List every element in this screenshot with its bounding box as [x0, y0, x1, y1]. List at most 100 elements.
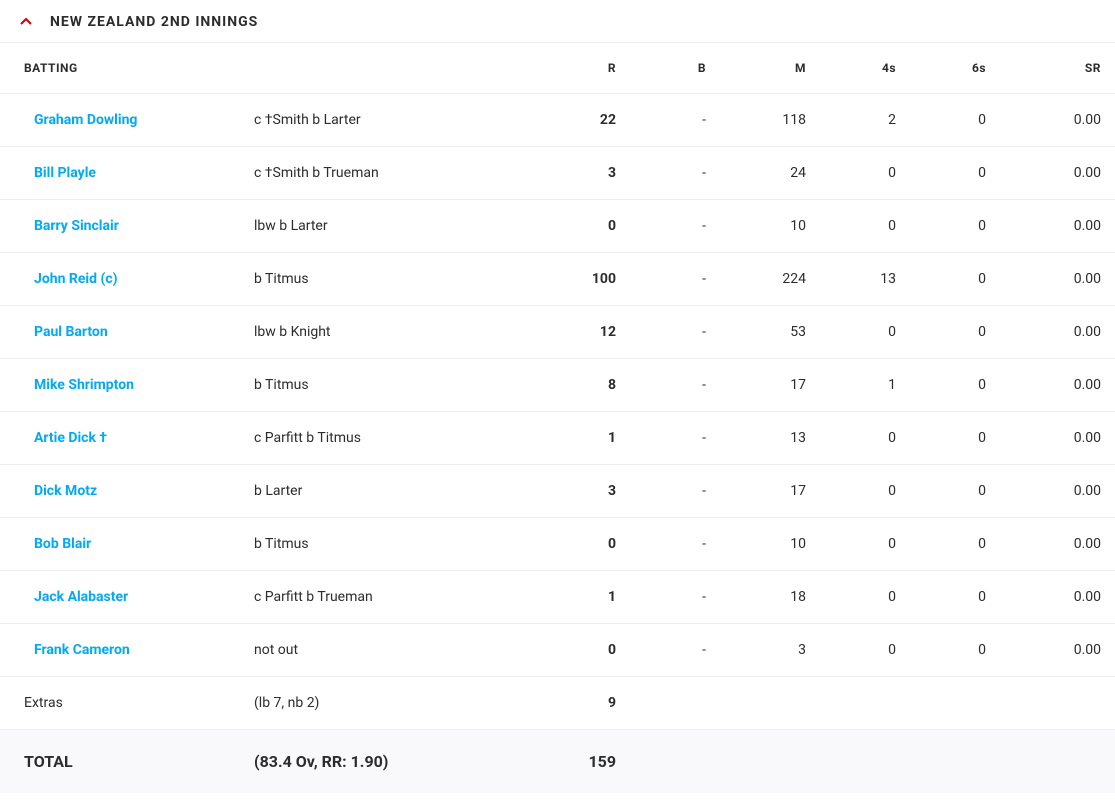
- table-row: Graham Dowlingc †Smith b Larter22-118200…: [0, 94, 1115, 147]
- dismissal-cell: b Larter: [240, 465, 540, 518]
- fours-cell: 0: [820, 200, 910, 253]
- table-row: Dick Motzb Larter3-17000.00: [0, 465, 1115, 518]
- dismissal-cell: c †Smith b Trueman: [240, 147, 540, 200]
- batter-name-cell: Graham Dowling: [0, 94, 240, 147]
- mins-cell: 10: [720, 518, 820, 571]
- dismissal-cell: lbw b Larter: [240, 200, 540, 253]
- fours-cell: 0: [820, 518, 910, 571]
- sixes-cell: 0: [910, 465, 1000, 518]
- batter-name-cell: Barry Sinclair: [0, 200, 240, 253]
- sr-cell: 0.00: [1000, 253, 1115, 306]
- extras-runs: 9: [540, 677, 630, 730]
- balls-cell: -: [630, 306, 720, 359]
- table-row: John Reid (c) b Titmus100-2241300.00: [0, 253, 1115, 306]
- mins-cell: 24: [720, 147, 820, 200]
- fours-cell: 0: [820, 571, 910, 624]
- batter-link[interactable]: Frank Cameron: [34, 642, 130, 658]
- fours-cell: 1: [820, 359, 910, 412]
- sixes-cell: 0: [910, 253, 1000, 306]
- sixes-cell: 0: [910, 200, 1000, 253]
- table-row: Bob Blairb Titmus0-10000.00: [0, 518, 1115, 571]
- mins-cell: 10: [720, 200, 820, 253]
- table-row: Barry Sinclairlbw b Larter0-10000.00: [0, 200, 1115, 253]
- dismissal-cell: not out: [240, 624, 540, 677]
- balls-cell: -: [630, 518, 720, 571]
- fours-cell: 2: [820, 94, 910, 147]
- runs-cell: 22: [540, 94, 630, 147]
- balls-cell: -: [630, 147, 720, 200]
- sr-cell: 0.00: [1000, 94, 1115, 147]
- runs-cell: 1: [540, 571, 630, 624]
- balls-cell: -: [630, 571, 720, 624]
- total-detail: (83.4 Ov, RR: 1.90): [240, 730, 540, 794]
- batter-link[interactable]: Bob Blair: [34, 536, 91, 552]
- balls-cell: -: [630, 359, 720, 412]
- batter-name-cell: Artie Dick †: [0, 412, 240, 465]
- balls-cell: -: [630, 624, 720, 677]
- mins-cell: 224: [720, 253, 820, 306]
- extras-row: Extras(lb 7, nb 2)9: [0, 677, 1115, 730]
- fours-cell: 13: [820, 253, 910, 306]
- sixes-cell: 0: [910, 306, 1000, 359]
- runs-cell: 100: [540, 253, 630, 306]
- table-row: Paul Bartonlbw b Knight12-53000.00: [0, 306, 1115, 359]
- balls-cell: -: [630, 94, 720, 147]
- sixes-cell: 0: [910, 94, 1000, 147]
- batter-name-cell: Bill Playle: [0, 147, 240, 200]
- batter-link[interactable]: John Reid (c): [34, 271, 118, 287]
- mins-cell: 118: [720, 94, 820, 147]
- dismissal-cell: b Titmus: [240, 359, 540, 412]
- dismissal-cell: c Parfitt b Titmus: [240, 412, 540, 465]
- balls-cell: -: [630, 253, 720, 306]
- sr-cell: 0.00: [1000, 571, 1115, 624]
- sr-cell: 0.00: [1000, 200, 1115, 253]
- batter-link[interactable]: Graham Dowling: [34, 112, 137, 128]
- batter-name-cell: Dick Motz: [0, 465, 240, 518]
- mins-cell: 17: [720, 359, 820, 412]
- fours-cell: 0: [820, 147, 910, 200]
- sr-cell: 0.00: [1000, 465, 1115, 518]
- mins-cell: 17: [720, 465, 820, 518]
- batter-link[interactable]: Jack Alabaster: [34, 589, 128, 605]
- total-runs: 159: [540, 730, 630, 794]
- batter-name-cell: Frank Cameron: [0, 624, 240, 677]
- batter-link[interactable]: Dick Motz: [34, 483, 97, 499]
- fours-cell: 0: [820, 624, 910, 677]
- col-sr: SR: [1000, 43, 1115, 94]
- batter-name-cell: Mike Shrimpton: [0, 359, 240, 412]
- innings-header[interactable]: NEW ZEALAND 2ND INNINGS: [0, 0, 1115, 43]
- sr-cell: 0.00: [1000, 518, 1115, 571]
- col-fours: 4s: [820, 43, 910, 94]
- dismissal-cell: b Titmus: [240, 253, 540, 306]
- sr-cell: 0.00: [1000, 359, 1115, 412]
- chevron-up-icon: [16, 12, 36, 32]
- batter-link[interactable]: Bill Playle: [34, 165, 96, 181]
- dismissal-cell: b Titmus: [240, 518, 540, 571]
- balls-cell: -: [630, 465, 720, 518]
- runs-cell: 3: [540, 465, 630, 518]
- col-sixes: 6s: [910, 43, 1000, 94]
- sr-cell: 0.00: [1000, 624, 1115, 677]
- runs-cell: 8: [540, 359, 630, 412]
- mins-cell: 18: [720, 571, 820, 624]
- sixes-cell: 0: [910, 359, 1000, 412]
- runs-cell: 1: [540, 412, 630, 465]
- fours-cell: 0: [820, 465, 910, 518]
- mins-cell: 53: [720, 306, 820, 359]
- batter-link[interactable]: Barry Sinclair: [34, 218, 119, 234]
- sixes-cell: 0: [910, 571, 1000, 624]
- balls-cell: -: [630, 200, 720, 253]
- batter-link[interactable]: Paul Barton: [34, 324, 108, 340]
- batter-name-cell: Paul Barton: [0, 306, 240, 359]
- sr-cell: 0.00: [1000, 306, 1115, 359]
- batter-link[interactable]: Mike Shrimpton: [34, 377, 134, 393]
- batter-link[interactable]: Artie Dick †: [34, 430, 107, 446]
- table-row: Frank Cameronnot out0-3000.00: [0, 624, 1115, 677]
- fours-cell: 0: [820, 412, 910, 465]
- mins-cell: 13: [720, 412, 820, 465]
- table-row: Bill Playlec †Smith b Trueman3-24000.00: [0, 147, 1115, 200]
- batter-name-cell: John Reid (c): [0, 253, 240, 306]
- dismissal-cell: lbw b Knight: [240, 306, 540, 359]
- total-row: TOTAL(83.4 Ov, RR: 1.90)159: [0, 730, 1115, 794]
- table-row: Jack Alabasterc Parfitt b Trueman1-18000…: [0, 571, 1115, 624]
